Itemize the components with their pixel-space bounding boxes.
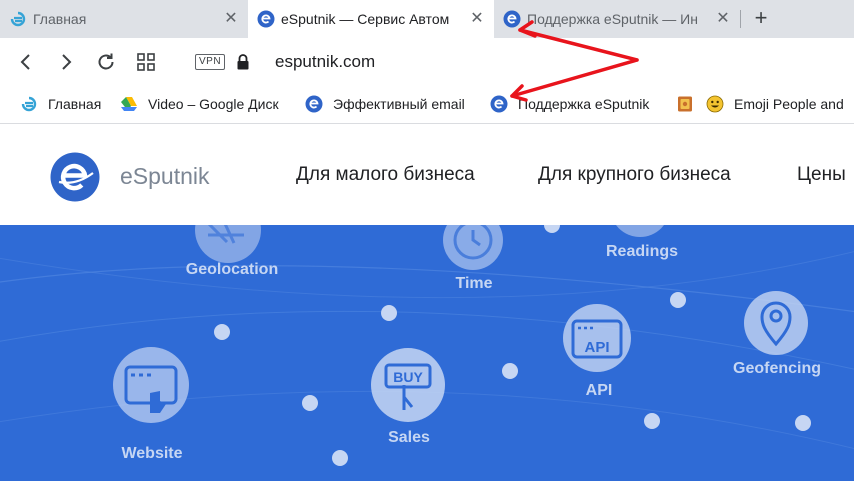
- esputnik-logo-icon: [305, 95, 323, 113]
- close-tab-icon[interactable]: ✕: [223, 11, 239, 27]
- site-header: eSputnik Для малого бизнеса Для крупного…: [0, 124, 854, 225]
- website-click-icon: [113, 347, 189, 423]
- bookmark-label: Emoji People and: [734, 96, 844, 112]
- map-pin-icon: [744, 291, 808, 355]
- tab-title: Главная: [33, 11, 87, 27]
- esputnik-logo-icon: [503, 10, 521, 28]
- geolocation-icon: [195, 225, 261, 263]
- new-tab-button[interactable]: +: [750, 7, 772, 30]
- hero-label-geofencing: Geofencing: [732, 360, 822, 377]
- smiley-emoji-icon: [706, 95, 724, 113]
- close-tab-icon[interactable]: ✕: [715, 11, 731, 27]
- decor-dot: [502, 363, 518, 379]
- buy-icon-text: BUY: [393, 369, 423, 385]
- hero-label-time: Time: [455, 275, 493, 292]
- google-drive-icon: [121, 97, 137, 111]
- reload-icon[interactable]: [94, 50, 118, 74]
- api-icon-text: API: [584, 339, 609, 356]
- hero-label-readings: Readings: [605, 243, 679, 260]
- tab-title: Поддержка eSputnik — Ин: [527, 11, 698, 27]
- clock-icon: [443, 225, 503, 270]
- close-tab-icon[interactable]: ✕: [469, 11, 485, 27]
- esputnik-logo-icon: [490, 95, 508, 113]
- back-arrow-icon[interactable]: [14, 50, 38, 74]
- decor-dot: [795, 415, 811, 431]
- book-icon: [678, 96, 692, 112]
- tab-separator: [740, 10, 741, 28]
- api-window-icon: API: [563, 304, 631, 372]
- site-brand-name[interactable]: eSputnik: [120, 163, 210, 190]
- bookmark-home[interactable]: Главная: [20, 94, 112, 114]
- decor-dot: [381, 305, 397, 321]
- bookmarks-bar: Главная Video – Google Диск Эффективный …: [0, 86, 854, 124]
- esputnik-logo-icon: [10, 11, 26, 27]
- nav-small-business[interactable]: Для малого бизнеса: [296, 164, 475, 186]
- bookmark-book[interactable]: [676, 94, 696, 114]
- decor-dot: [332, 450, 348, 466]
- readings-icon: [616, 225, 664, 237]
- esputnik-logo-icon[interactable]: [50, 152, 100, 202]
- bookmark-label: Эффективный email: [333, 96, 465, 112]
- tab-home[interactable]: Главная ✕: [0, 0, 248, 38]
- bookmark-label: Поддержка eSputnik: [518, 96, 650, 112]
- bookmark-label: Главная: [48, 96, 102, 112]
- nav-pricing[interactable]: Цены: [797, 164, 846, 186]
- decor-dot: [302, 395, 318, 411]
- tab-strip: Главная ✕ eSputnik — Сервис Автом ✕ Подд…: [0, 0, 854, 38]
- decor-dot: [670, 292, 686, 308]
- speed-dial-grid-icon[interactable]: [134, 50, 158, 74]
- hero-label-website: Website: [121, 445, 183, 462]
- decor-dot: [644, 413, 660, 429]
- bookmark-support[interactable]: Поддержка eSputnik: [490, 94, 662, 114]
- tab-support[interactable]: Поддержка eSputnik — Ин ✕: [494, 0, 740, 38]
- decor-dot: [544, 225, 560, 233]
- hero-label-geolocation: Geolocation: [185, 261, 279, 278]
- address-toolbar: VPN esputnik.com: [0, 38, 854, 86]
- hero-label-api: API: [585, 382, 613, 399]
- forward-arrow-icon[interactable]: [54, 50, 78, 74]
- hero-banner: BUY API Geolocation Time Readings Websit…: [0, 225, 854, 481]
- lock-icon[interactable]: [236, 53, 250, 71]
- esputnik-logo-icon: [257, 10, 275, 28]
- vpn-badge[interactable]: VPN: [195, 54, 226, 70]
- bookmark-google-drive[interactable]: Video – Google Диск: [120, 94, 292, 114]
- decor-dot: [214, 324, 230, 340]
- buy-button-icon: BUY: [371, 348, 445, 422]
- hero-label-sales: Sales: [388, 429, 430, 446]
- bookmark-emoji[interactable]: Emoji People and: [706, 94, 852, 114]
- address-url[interactable]: esputnik.com: [275, 52, 375, 72]
- bookmark-label: Video – Google Диск: [148, 96, 279, 112]
- bookmark-email[interactable]: Эффективный email: [305, 94, 475, 114]
- browser-window: Главная ✕ eSputnik — Сервис Автом ✕ Подд…: [0, 0, 854, 481]
- nav-large-business[interactable]: Для крупного бизнеса: [538, 164, 731, 186]
- tab-title: eSputnik — Сервис Автом: [281, 11, 450, 27]
- esputnik-logo-icon: [21, 96, 37, 112]
- tab-esputnik[interactable]: eSputnik — Сервис Автом ✕: [248, 0, 494, 38]
